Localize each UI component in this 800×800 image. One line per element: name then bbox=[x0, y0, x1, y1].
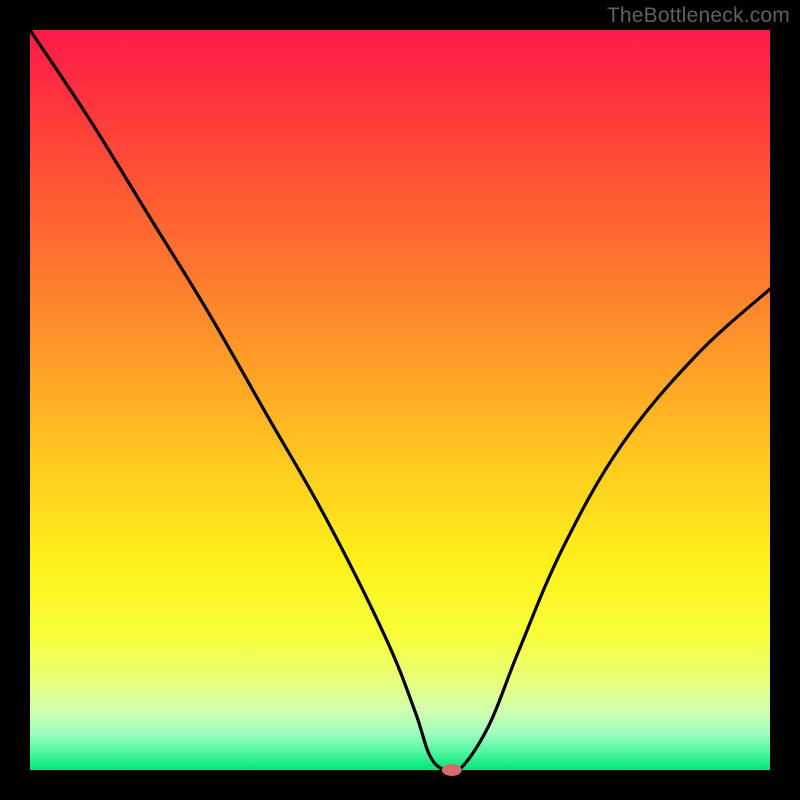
plot-background bbox=[30, 30, 770, 770]
watermark-text: TheBottleneck.com bbox=[607, 4, 790, 28]
bottleneck-chart bbox=[0, 0, 800, 800]
minimum-marker bbox=[442, 764, 462, 776]
chart-stage: TheBottleneck.com bbox=[0, 0, 800, 800]
